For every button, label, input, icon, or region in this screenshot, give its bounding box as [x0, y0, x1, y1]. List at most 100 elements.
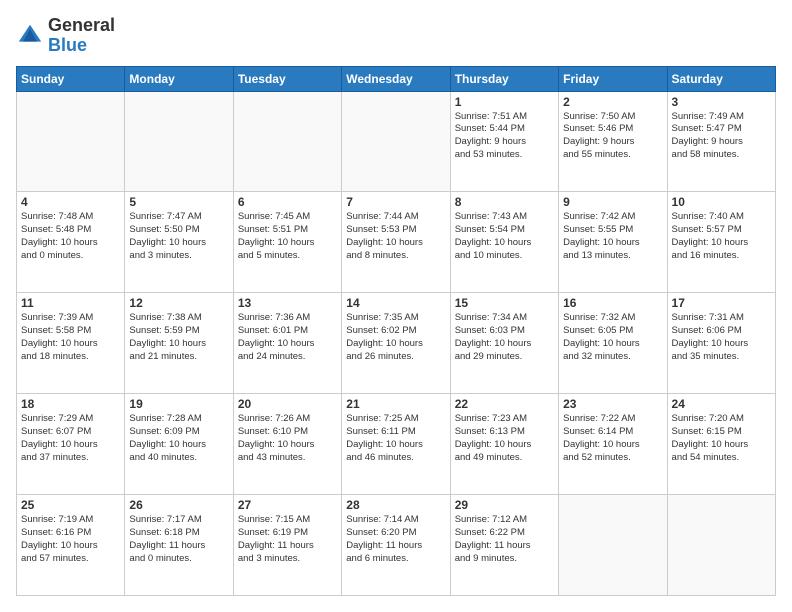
day-info: Sunrise: 7:15 AM Sunset: 6:19 PM Dayligh… [238, 514, 337, 565]
day-number: 29 [455, 498, 554, 512]
calendar-cell: 13 Sunrise: 7:36 AM Sunset: 6:01 PM Dayli… [233, 293, 341, 394]
day-number: 10 [672, 195, 771, 209]
calendar-cell: 8 Sunrise: 7:43 AM Sunset: 5:54 PM Daylig… [450, 192, 558, 293]
weekday-header-saturday: Saturday [667, 66, 775, 91]
calendar-cell: 5 Sunrise: 7:47 AM Sunset: 5:50 PM Daylig… [125, 192, 233, 293]
calendar-cell: 6 Sunrise: 7:45 AM Sunset: 5:51 PM Daylig… [233, 192, 341, 293]
day-info: Sunrise: 7:39 AM Sunset: 5:58 PM Dayligh… [21, 312, 120, 363]
day-info: Sunrise: 7:47 AM Sunset: 5:50 PM Dayligh… [129, 211, 228, 262]
calendar-cell [17, 91, 125, 192]
day-number: 13 [238, 296, 337, 310]
day-info: Sunrise: 7:43 AM Sunset: 5:54 PM Dayligh… [455, 211, 554, 262]
day-info: Sunrise: 7:20 AM Sunset: 6:15 PM Dayligh… [672, 413, 771, 464]
calendar-cell [667, 495, 775, 596]
weekday-header-row: SundayMondayTuesdayWednesdayThursdayFrid… [17, 66, 776, 91]
day-info: Sunrise: 7:51 AM Sunset: 5:44 PM Dayligh… [455, 111, 554, 162]
day-info: Sunrise: 7:48 AM Sunset: 5:48 PM Dayligh… [21, 211, 120, 262]
day-number: 8 [455, 195, 554, 209]
calendar-cell: 22 Sunrise: 7:23 AM Sunset: 6:13 PM Dayli… [450, 394, 558, 495]
day-info: Sunrise: 7:26 AM Sunset: 6:10 PM Dayligh… [238, 413, 337, 464]
calendar-cell: 14 Sunrise: 7:35 AM Sunset: 6:02 PM Dayli… [342, 293, 450, 394]
calendar-cell: 2 Sunrise: 7:50 AM Sunset: 5:46 PM Daylig… [559, 91, 667, 192]
day-info: Sunrise: 7:17 AM Sunset: 6:18 PM Dayligh… [129, 514, 228, 565]
day-info: Sunrise: 7:50 AM Sunset: 5:46 PM Dayligh… [563, 111, 662, 162]
calendar-cell: 16 Sunrise: 7:32 AM Sunset: 6:05 PM Dayli… [559, 293, 667, 394]
day-number: 26 [129, 498, 228, 512]
calendar-week-row: 18 Sunrise: 7:29 AM Sunset: 6:07 PM Dayli… [17, 394, 776, 495]
weekday-header-thursday: Thursday [450, 66, 558, 91]
calendar-cell: 28 Sunrise: 7:14 AM Sunset: 6:20 PM Dayli… [342, 495, 450, 596]
day-info: Sunrise: 7:45 AM Sunset: 5:51 PM Dayligh… [238, 211, 337, 262]
day-number: 9 [563, 195, 662, 209]
calendar-cell [233, 91, 341, 192]
header: General Blue [16, 16, 776, 56]
logo-icon [16, 22, 44, 50]
day-number: 5 [129, 195, 228, 209]
day-number: 15 [455, 296, 554, 310]
day-number: 12 [129, 296, 228, 310]
day-info: Sunrise: 7:12 AM Sunset: 6:22 PM Dayligh… [455, 514, 554, 565]
day-number: 19 [129, 397, 228, 411]
day-number: 25 [21, 498, 120, 512]
day-info: Sunrise: 7:36 AM Sunset: 6:01 PM Dayligh… [238, 312, 337, 363]
day-info: Sunrise: 7:44 AM Sunset: 5:53 PM Dayligh… [346, 211, 445, 262]
calendar-week-row: 4 Sunrise: 7:48 AM Sunset: 5:48 PM Daylig… [17, 192, 776, 293]
weekday-header-wednesday: Wednesday [342, 66, 450, 91]
calendar-cell: 25 Sunrise: 7:19 AM Sunset: 6:16 PM Dayli… [17, 495, 125, 596]
calendar-week-row: 11Sunrise: 7:39 AM Sunset: 5:58 PM Dayli… [17, 293, 776, 394]
day-info: Sunrise: 7:40 AM Sunset: 5:57 PM Dayligh… [672, 211, 771, 262]
calendar-cell: 4 Sunrise: 7:48 AM Sunset: 5:48 PM Daylig… [17, 192, 125, 293]
day-number: 6 [238, 195, 337, 209]
calendar-cell: 29 Sunrise: 7:12 AM Sunset: 6:22 PM Dayli… [450, 495, 558, 596]
day-number: 17 [672, 296, 771, 310]
calendar-cell: 10 Sunrise: 7:40 AM Sunset: 5:57 PM Dayli… [667, 192, 775, 293]
day-number: 2 [563, 95, 662, 109]
day-info: Sunrise: 7:14 AM Sunset: 6:20 PM Dayligh… [346, 514, 445, 565]
day-number: 22 [455, 397, 554, 411]
calendar-cell: 15Sunrise: 7:34 AM Sunset: 6:03 PM Dayli… [450, 293, 558, 394]
calendar-cell: 26 Sunrise: 7:17 AM Sunset: 6:18 PM Dayli… [125, 495, 233, 596]
weekday-header-tuesday: Tuesday [233, 66, 341, 91]
day-info: Sunrise: 7:29 AM Sunset: 6:07 PM Dayligh… [21, 413, 120, 464]
calendar-cell: 24 Sunrise: 7:20 AM Sunset: 6:15 PM Dayli… [667, 394, 775, 495]
day-info: Sunrise: 7:38 AM Sunset: 5:59 PM Dayligh… [129, 312, 228, 363]
day-number: 4 [21, 195, 120, 209]
weekday-header-friday: Friday [559, 66, 667, 91]
day-number: 7 [346, 195, 445, 209]
day-info: Sunrise: 7:31 AM Sunset: 6:06 PM Dayligh… [672, 312, 771, 363]
day-number: 14 [346, 296, 445, 310]
day-number: 20 [238, 397, 337, 411]
day-number: 24 [672, 397, 771, 411]
day-number: 3 [672, 95, 771, 109]
calendar-cell: 3 Sunrise: 7:49 AM Sunset: 5:47 PM Daylig… [667, 91, 775, 192]
calendar-cell: 9Sunrise: 7:42 AM Sunset: 5:55 PM Daylig… [559, 192, 667, 293]
calendar-cell [342, 91, 450, 192]
logo-text: General Blue [48, 16, 115, 56]
calendar-week-row: 1Sunrise: 7:51 AM Sunset: 5:44 PM Daylig… [17, 91, 776, 192]
calendar-week-row: 25 Sunrise: 7:19 AM Sunset: 6:16 PM Dayli… [17, 495, 776, 596]
calendar-cell [125, 91, 233, 192]
day-number: 28 [346, 498, 445, 512]
day-number: 16 [563, 296, 662, 310]
calendar-cell: 19 Sunrise: 7:28 AM Sunset: 6:09 PM Dayli… [125, 394, 233, 495]
page: General Blue SundayMondayTuesdayWednesda… [0, 0, 792, 612]
day-info: Sunrise: 7:23 AM Sunset: 6:13 PM Dayligh… [455, 413, 554, 464]
day-number: 23 [563, 397, 662, 411]
calendar-table: SundayMondayTuesdayWednesdayThursdayFrid… [16, 66, 776, 596]
day-info: Sunrise: 7:22 AM Sunset: 6:14 PM Dayligh… [563, 413, 662, 464]
day-info: Sunrise: 7:19 AM Sunset: 6:16 PM Dayligh… [21, 514, 120, 565]
calendar-cell: 17 Sunrise: 7:31 AM Sunset: 6:06 PM Dayli… [667, 293, 775, 394]
day-info: Sunrise: 7:28 AM Sunset: 6:09 PM Dayligh… [129, 413, 228, 464]
day-info: Sunrise: 7:49 AM Sunset: 5:47 PM Dayligh… [672, 111, 771, 162]
calendar-cell: 21Sunrise: 7:25 AM Sunset: 6:11 PM Dayli… [342, 394, 450, 495]
weekday-header-sunday: Sunday [17, 66, 125, 91]
calendar-cell: 11Sunrise: 7:39 AM Sunset: 5:58 PM Dayli… [17, 293, 125, 394]
calendar-cell [559, 495, 667, 596]
calendar-cell: 23 Sunrise: 7:22 AM Sunset: 6:14 PM Dayli… [559, 394, 667, 495]
day-number: 21 [346, 397, 445, 411]
day-info: Sunrise: 7:35 AM Sunset: 6:02 PM Dayligh… [346, 312, 445, 363]
day-number: 27 [238, 498, 337, 512]
day-number: 18 [21, 397, 120, 411]
day-info: Sunrise: 7:32 AM Sunset: 6:05 PM Dayligh… [563, 312, 662, 363]
calendar-cell: 20 Sunrise: 7:26 AM Sunset: 6:10 PM Dayli… [233, 394, 341, 495]
